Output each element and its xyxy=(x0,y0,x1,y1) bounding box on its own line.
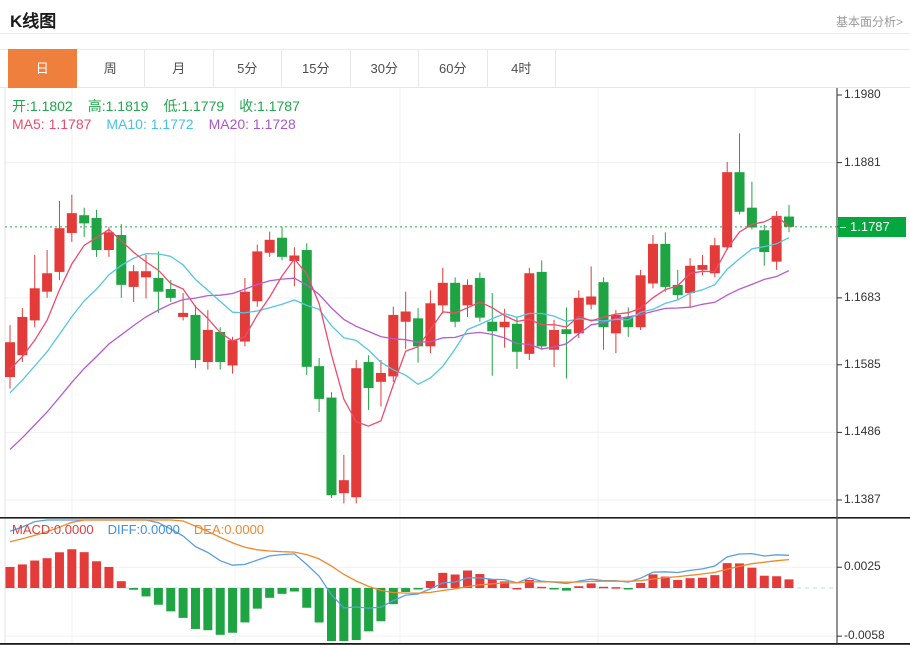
page-title: K线图 xyxy=(10,7,56,32)
tab-月[interactable]: 月 xyxy=(145,50,214,87)
price-axis-label: 1.1881 xyxy=(844,155,881,169)
current-price-tag: 1.1787 xyxy=(838,217,906,237)
price-axis-label: 1.1980 xyxy=(844,87,881,101)
ohlc-legend-item: 收:1.1787 xyxy=(239,98,300,114)
tab-15分[interactable]: 15分 xyxy=(282,50,351,87)
price-axis-label: 1.1486 xyxy=(844,424,881,438)
tab-周[interactable]: 周 xyxy=(77,50,146,87)
macd-axis-label: -0.0058 xyxy=(844,628,885,642)
tab-60分[interactable]: 60分 xyxy=(419,50,488,87)
chart-plot-area[interactable] xyxy=(5,88,837,643)
price-axis-label: 1.1387 xyxy=(844,492,881,506)
tab-5分[interactable]: 5分 xyxy=(214,50,283,87)
ma-legend-item: MA10: 1.1772 xyxy=(106,116,193,132)
ohlc-legend-item: 开:1.1802 xyxy=(12,98,73,114)
ma-legend-item: MA20: 1.1728 xyxy=(209,116,296,132)
macd-legend-item: MACD:0.0000 xyxy=(12,522,94,537)
tab-30分[interactable]: 30分 xyxy=(351,50,420,87)
price-axis-label: 1.1585 xyxy=(844,357,881,371)
macd-legend-item: DEA:0.0000 xyxy=(194,522,264,537)
ma-legend-item: MA5: 1.1787 xyxy=(12,116,91,132)
ohlc-legend-item: 高:1.1819 xyxy=(88,98,149,114)
titlebar: K线图 基本面分析> xyxy=(0,0,910,34)
price-axis-label: 1.1683 xyxy=(844,290,881,304)
tab-4时[interactable]: 4时 xyxy=(488,50,557,87)
macd-legend: MACD:0.0000 DIFF:0.0000 DEA:0.0000 xyxy=(12,522,278,537)
macd-axis-label: 0.0025 xyxy=(844,559,881,573)
price-tag-tick xyxy=(840,227,846,228)
ohlc-legend-item: 低:1.1779 xyxy=(163,98,224,114)
price-tag-value: 1.1787 xyxy=(850,219,890,234)
tab-日[interactable]: 日 xyxy=(8,49,77,88)
period-tab-bar: 日周月5分15分30分60分4时 xyxy=(0,49,910,88)
fundamental-analysis-link[interactable]: 基本面分析> xyxy=(836,13,903,30)
macd-legend-item: DIFF:0.0000 xyxy=(108,522,180,537)
ohlc-legend: 开:1.1802 高:1.1819 低:1.1779 收:1.1787 xyxy=(12,96,315,116)
ma-legend: MA5: 1.1787 MA10: 1.1772 MA20: 1.1728 xyxy=(12,116,311,132)
